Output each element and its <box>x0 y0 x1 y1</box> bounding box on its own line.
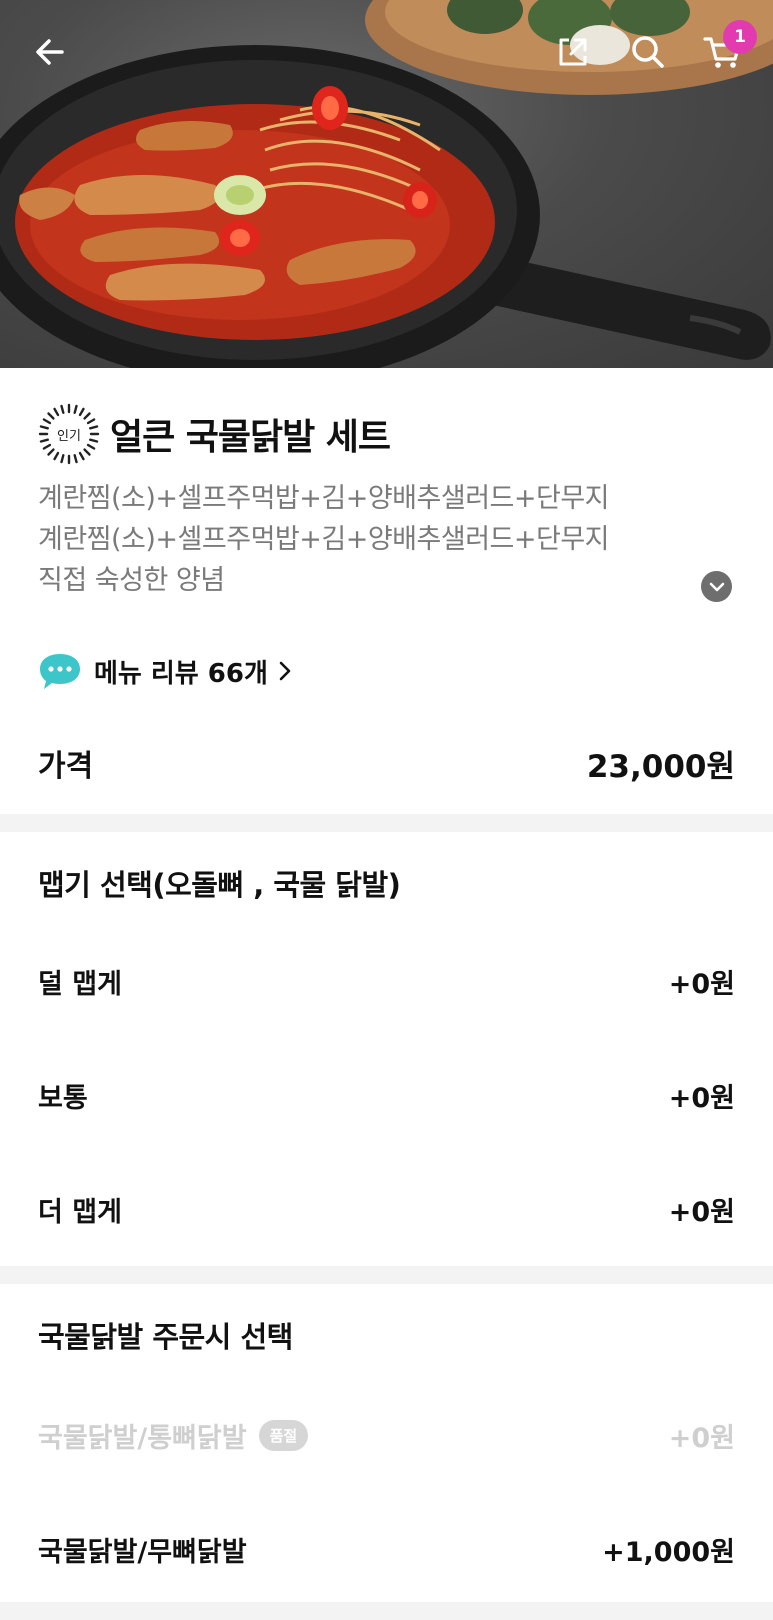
option-name: 보통 <box>38 1082 88 1114</box>
popular-badge-label: 인기 <box>57 428 81 444</box>
expand-description-button[interactable] <box>701 571 732 602</box>
option-name: 국물닭발/무뼈닭발 <box>38 1536 247 1568</box>
option-group-title: 맵기 선택(오돌뼈 , 국물 닭발) <box>38 868 401 902</box>
option-price: +0원 <box>668 1196 735 1228</box>
section-divider <box>0 814 773 832</box>
option-name: 덜 맵게 <box>38 968 122 1000</box>
search-button[interactable] <box>626 30 670 74</box>
review-count-label: 메뉴 리뷰 66개 <box>94 658 268 689</box>
share-button[interactable] <box>551 30 595 74</box>
option-item[interactable]: 보통 +0원 <box>38 1070 735 1120</box>
menu-review-link[interactable]: 메뉴 리뷰 66개 <box>38 649 292 693</box>
price-value: 23,000원 <box>586 748 735 785</box>
option-group-spiciness: 맵기 선택(오돌뼈 , 국물 닭발) 덜 맵게 +0원 보통 +0원 더 맵게 … <box>0 832 773 1266</box>
option-price: +1,000원 <box>602 1536 735 1568</box>
product-description: 계란찜(소)+셀프주먹밥+김+양배추샐러드+단무지 계란찜(소)+셀프주먹밥+김… <box>38 478 678 601</box>
description-line: 계란찜(소)+셀프주먹밥+김+양배추샐러드+단무지 <box>38 524 610 555</box>
search-icon <box>632 36 664 68</box>
product-title: 얼큰 국물닭발 세트 <box>110 417 391 458</box>
chevron-down-icon <box>709 582 724 591</box>
speech-bubble-icon <box>40 654 80 689</box>
option-item[interactable]: 덜 맵게 +0원 <box>38 956 735 1006</box>
option-name: 더 맵게 <box>38 1196 122 1228</box>
option-name-text: 국물닭발/통뼈닭발 <box>38 1422 247 1454</box>
option-price: +0원 <box>668 1082 735 1114</box>
description-line: 직접 숙성한 양념 <box>38 565 225 596</box>
option-item[interactable]: 더 맵게 +0원 <box>38 1184 735 1234</box>
title-row: 인기 얼큰 국물닭발 세트 <box>38 403 391 465</box>
option-group-title: 국물닭발 주문시 선택 <box>38 1320 293 1354</box>
section-divider <box>0 1602 773 1620</box>
top-bar: 1 <box>0 0 773 100</box>
price-row: 가격 23,000원 <box>38 738 735 788</box>
popular-badge: 인기 <box>38 403 100 465</box>
description-line: 계란찜(소)+셀프주먹밥+김+양배추샐러드+단무지 <box>38 483 610 514</box>
back-button[interactable] <box>28 30 72 74</box>
price-label: 가격 <box>38 749 94 784</box>
option-name: 국물닭발/통뼈닭발 품절 <box>38 1416 309 1455</box>
sold-out-badge: 품절 <box>258 1419 309 1451</box>
share-icon <box>559 38 587 66</box>
option-item-sold-out: 국물닭발/통뼈닭발 품절 +0원 <box>38 1410 735 1460</box>
chevron-right-icon <box>278 660 292 682</box>
option-price: +0원 <box>668 968 735 1000</box>
cart-count-badge: 1 <box>723 20 757 54</box>
section-divider <box>0 1266 773 1284</box>
option-price: +0원 <box>668 1422 735 1454</box>
product-hero-image: 1 <box>0 0 773 368</box>
option-group-bone-type: 국물닭발 주문시 선택 국물닭발/통뼈닭발 품절 +0원 국물닭발/무뼈닭발 +… <box>0 1284 773 1602</box>
option-item[interactable]: 국물닭발/무뼈닭발 +1,000원 <box>38 1524 735 1574</box>
arrow-left-icon <box>36 39 64 65</box>
